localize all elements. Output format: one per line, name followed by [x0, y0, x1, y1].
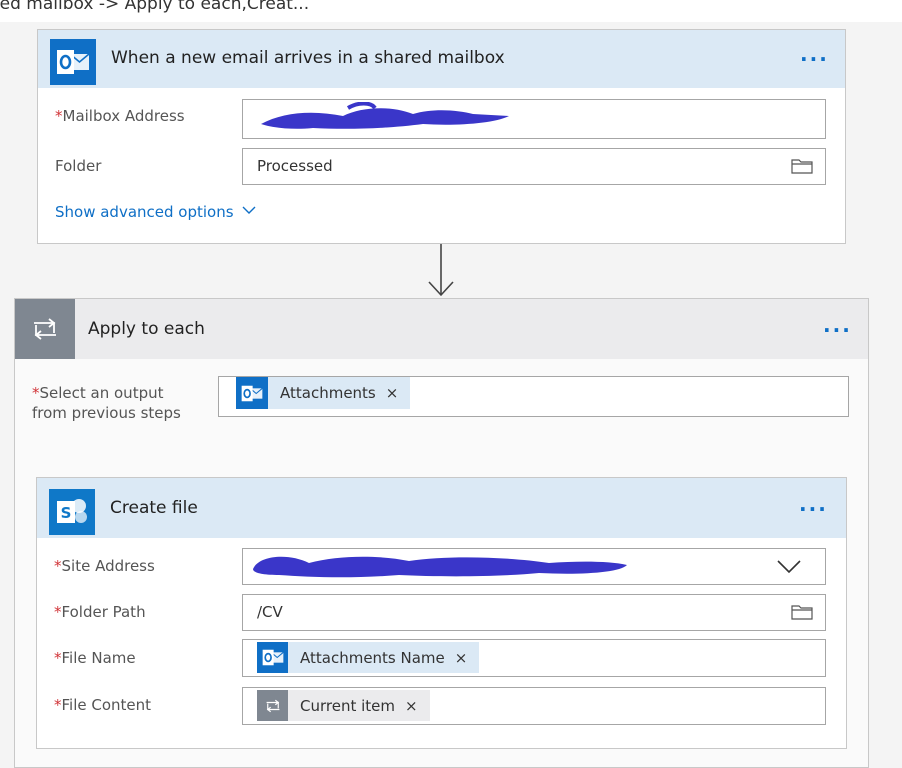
- file-content-label: *File Content: [54, 696, 152, 714]
- remove-token-icon[interactable]: ×: [376, 384, 411, 402]
- outlook-icon: [50, 39, 96, 85]
- attachments-token-label: Attachments: [280, 384, 376, 402]
- chevron-down-icon: [242, 206, 256, 214]
- apply-to-each-more-icon[interactable]: ...: [823, 313, 852, 337]
- redaction-scribble: [253, 556, 627, 578]
- show-advanced-options-link[interactable]: Show advanced options: [55, 203, 256, 221]
- apply-to-each-title: Apply to each: [88, 319, 205, 339]
- folder-field[interactable]: Processed: [242, 148, 826, 185]
- select-output-label: *Select an output from previous steps: [32, 384, 181, 422]
- folder-icon[interactable]: [791, 604, 813, 620]
- svg-text:S: S: [61, 504, 72, 522]
- trigger-card-header[interactable]: When a new email arrives in a shared mai…: [38, 30, 845, 88]
- folder-path-value: /CV: [257, 603, 283, 621]
- select-output-field[interactable]: Attachments ×: [218, 376, 849, 417]
- trigger-title: When a new email arrives in a shared mai…: [111, 48, 505, 68]
- trigger-more-icon[interactable]: ...: [800, 42, 829, 66]
- outlook-icon: [257, 642, 288, 673]
- apply-to-each-header[interactable]: Apply to each ...: [15, 299, 868, 359]
- file-name-field[interactable]: Attachments Name ×: [242, 639, 826, 677]
- folder-path-field[interactable]: /CV: [242, 594, 826, 631]
- breadcrumb: red mailbox -> Apply to each,Creat...: [0, 0, 310, 14]
- loop-icon: [257, 690, 288, 721]
- site-address-field[interactable]: [242, 548, 826, 585]
- chevron-down-icon[interactable]: [777, 560, 801, 574]
- file-content-field[interactable]: Current item ×: [242, 687, 826, 725]
- folder-value: Processed: [257, 157, 333, 175]
- create-file-title: Create file: [110, 498, 198, 518]
- create-file-more-icon[interactable]: ...: [799, 492, 828, 516]
- current-item-token[interactable]: Current item ×: [257, 690, 430, 721]
- current-item-token-label: Current item: [300, 696, 395, 715]
- apply-to-each-card: Apply to each ... *Select an output from …: [14, 298, 869, 768]
- folder-path-label: *Folder Path: [54, 603, 146, 621]
- mailbox-address-label: *Mailbox Address: [55, 107, 185, 125]
- attachments-name-token[interactable]: Attachments Name ×: [257, 642, 480, 673]
- create-file-card: S Create file ... *Site Address *Folder …: [36, 477, 847, 749]
- trigger-card: When a new email arrives in a shared mai…: [37, 29, 846, 244]
- attachments-token[interactable]: Attachments ×: [236, 377, 411, 409]
- outlook-icon: [236, 377, 268, 409]
- remove-token-icon[interactable]: ×: [395, 697, 430, 715]
- breadcrumb-bar: red mailbox -> Apply to each,Creat...: [0, 0, 902, 22]
- mailbox-address-field[interactable]: [242, 99, 826, 139]
- attachments-name-token-label: Attachments Name: [300, 648, 445, 667]
- sharepoint-icon: S: [49, 489, 95, 535]
- site-address-label: *Site Address: [54, 557, 155, 575]
- create-file-header[interactable]: S Create file ...: [37, 478, 846, 538]
- file-name-label: *File Name: [54, 649, 136, 667]
- folder-icon[interactable]: [791, 158, 813, 174]
- arrow-down-icon: [428, 244, 454, 297]
- redaction-scribble: [261, 102, 509, 129]
- remove-token-icon[interactable]: ×: [445, 649, 480, 667]
- loop-icon: [15, 299, 75, 359]
- folder-label: Folder: [55, 157, 102, 175]
